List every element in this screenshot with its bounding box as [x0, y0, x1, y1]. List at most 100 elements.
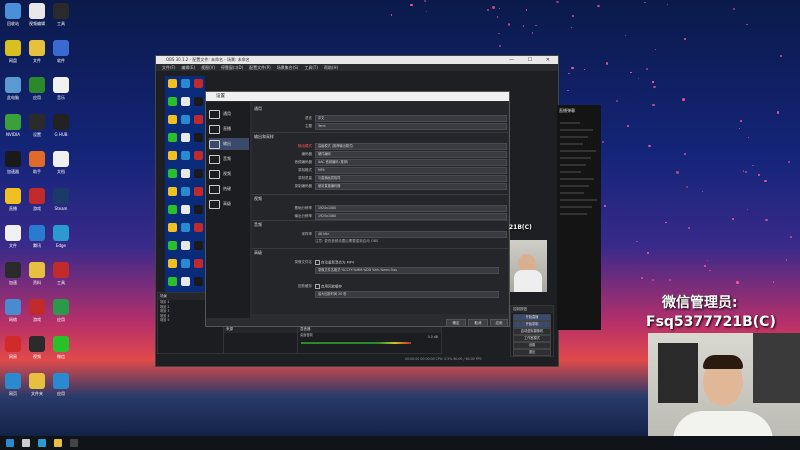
obs-icon[interactable]: [70, 439, 78, 447]
folder-icon-2[interactable]: [29, 262, 45, 278]
app-icon-3[interactable]: [5, 40, 21, 56]
app-icon-6[interactable]: [53, 77, 69, 93]
sidebar-item-hotkeys[interactable]: 热键: [209, 183, 249, 195]
app-icon-19[interactable]: [5, 373, 21, 389]
chat-message: [560, 199, 597, 201]
folder-icon-3[interactable]: [29, 373, 45, 389]
star: [624, 34, 627, 37]
doc-icon-2[interactable]: [5, 225, 21, 241]
output-icon: [209, 139, 220, 149]
app-icon-9[interactable]: [29, 151, 45, 167]
menu-item-2[interactable]: 视图(V): [201, 65, 215, 70]
sidebar-item-general[interactable]: 通用: [209, 108, 249, 120]
checkbox-row[interactable]: 自动重新混合为 MP4: [315, 260, 495, 266]
star: [615, 100, 618, 103]
sidebar-item-advanced[interactable]: 高级: [209, 198, 249, 210]
app-icon-8[interactable]: [5, 151, 21, 167]
control-button-4[interactable]: 设置: [513, 342, 551, 349]
app-icon-14[interactable]: [53, 262, 69, 278]
star: [424, 0, 427, 3]
control-button-1[interactable]: 开始录制: [513, 321, 551, 328]
logitech-icon[interactable]: [53, 114, 69, 130]
apply-button[interactable]: 应用: [490, 319, 508, 327]
setting-field[interactable]: 中文: [315, 115, 507, 122]
app-icon-17[interactable]: [53, 299, 69, 315]
recycle-bin-icon[interactable]: [5, 3, 21, 19]
netease-icon[interactable]: [5, 336, 21, 352]
setting-field[interactable]: 最大回放时间 20 秒: [315, 291, 499, 298]
sidebar-item-audio[interactable]: 音频: [209, 153, 249, 165]
checkbox[interactable]: [315, 284, 320, 289]
setting-label: 语言: [305, 116, 312, 120]
control-button-0[interactable]: 开始直播: [513, 314, 551, 321]
setting-field[interactable]: 1920x1080: [315, 213, 507, 220]
app-icon-15[interactable]: [5, 299, 21, 315]
sidebar-item-label: 热键: [223, 186, 231, 191]
cancel-button[interactable]: 取消: [468, 319, 488, 327]
audio-icon: [209, 154, 220, 164]
divider: [252, 132, 508, 133]
menu-item-0[interactable]: 文件(F): [162, 65, 175, 70]
settings-title: 设置: [216, 94, 225, 99]
steam-icon[interactable]: [53, 188, 69, 204]
window-controls[interactable]: — ☐ ✕: [509, 56, 556, 64]
control-button-5[interactable]: 退出: [513, 349, 551, 356]
setting-field[interactable]: AAC 音频编码 (推荐): [315, 159, 507, 166]
control-button-3[interactable]: 工作室模式: [513, 335, 551, 342]
doc-icon[interactable]: [53, 151, 69, 167]
setting-field[interactable]: Yami: [315, 123, 507, 130]
search-icon[interactable]: [22, 439, 30, 447]
folder-icon[interactable]: [54, 439, 62, 447]
menu-item-1[interactable]: 编辑(E): [181, 65, 195, 70]
menu-item-6[interactable]: 工具(T): [304, 65, 318, 70]
star: [682, 97, 686, 101]
app-icon-10[interactable]: [5, 188, 21, 204]
app-icon-12[interactable]: [29, 225, 45, 241]
setting-field[interactable]: MP4: [315, 167, 507, 174]
folder-icon[interactable]: [29, 40, 45, 56]
app-icon-11[interactable]: [29, 188, 45, 204]
setting-field[interactable]: 1920x1080: [315, 205, 507, 212]
setting-field[interactable]: 与直播画质相同: [315, 175, 507, 182]
app-icon-7[interactable]: [29, 114, 45, 130]
computer-icon[interactable]: [5, 77, 21, 93]
star: [709, 269, 711, 272]
app-icon-4[interactable]: [53, 40, 69, 56]
sidebar-item-video[interactable]: 视频: [209, 168, 249, 180]
obs-preview: [165, 76, 205, 292]
sidebar-item-stream[interactable]: 直播: [209, 123, 249, 135]
setting-field[interactable]: 使用直播编码器: [315, 183, 507, 190]
start-icon[interactable]: [6, 439, 14, 447]
star: [567, 89, 569, 92]
edge-icon[interactable]: [53, 225, 69, 241]
menu-item-3[interactable]: 停靠窗口(D): [221, 65, 243, 70]
app-icon-18[interactable]: [29, 336, 45, 352]
menu-item-5[interactable]: 场景集合(S): [277, 65, 299, 70]
section-video-title: 视频: [254, 196, 262, 201]
setting-field[interactable]: 录像文件名格式 %CCYY-%MM-%DD %hh-%mm-%ss: [315, 267, 499, 274]
app-icon-16[interactable]: [29, 299, 45, 315]
app-icon-1[interactable]: [29, 3, 45, 19]
setting-field[interactable]: 硬件编码: [315, 151, 507, 158]
checkbox[interactable]: [315, 260, 320, 265]
app-icon-13[interactable]: [5, 262, 21, 278]
nvidia-icon[interactable]: [5, 114, 21, 130]
app-icon-2[interactable]: [53, 3, 69, 19]
menu-item-7[interactable]: 帮助(H): [324, 65, 338, 70]
section-output-title: 输出和采样: [254, 134, 274, 139]
wechat-icon[interactable]: [53, 336, 69, 352]
setting-label: 录像文件名: [294, 260, 313, 264]
app-icon-5[interactable]: [29, 77, 45, 93]
menu-item-4[interactable]: 配置文件(P): [249, 65, 271, 70]
setting-field[interactable]: 48 kHz: [315, 231, 507, 238]
setting-field[interactable]: 高级模式 (推荐输出模式): [315, 143, 507, 150]
star: [637, 77, 640, 80]
checkbox-row[interactable]: 启用回放缓存: [315, 284, 495, 290]
app-icon-20[interactable]: [53, 373, 69, 389]
control-button-2[interactable]: 启动虚拟摄像机: [513, 328, 551, 335]
star: [675, 170, 679, 174]
sidebar-item-output[interactable]: 输出: [209, 138, 249, 150]
chat-message: [560, 213, 587, 215]
ok-button[interactable]: 确定: [446, 319, 466, 327]
edge-icon[interactable]: [38, 439, 46, 447]
